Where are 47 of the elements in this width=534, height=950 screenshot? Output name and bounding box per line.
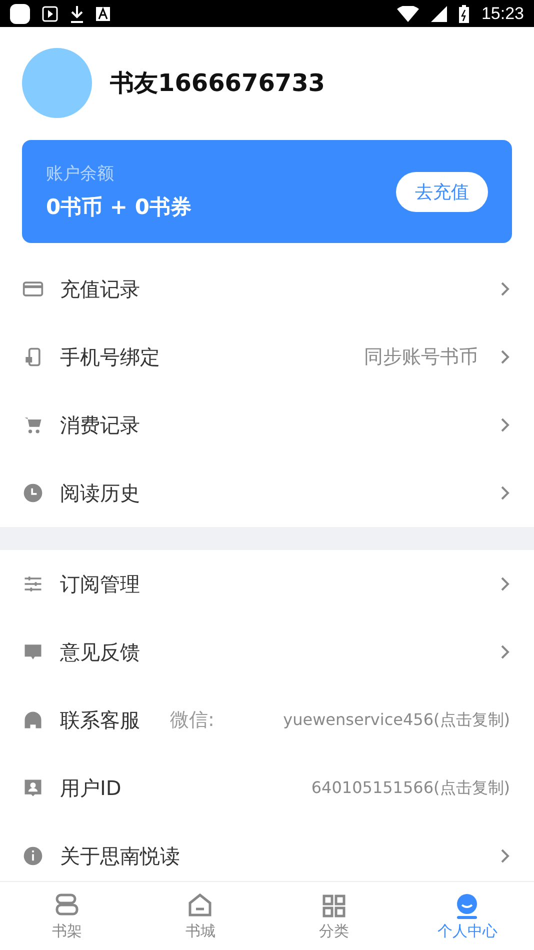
chevron-right-icon [500,417,510,433]
menu-value[interactable]: 640105151566(点击复制) [311,778,510,798]
app-icon [10,4,30,24]
menu-value[interactable]: yuewenservice456(点击复制) [283,710,510,730]
menu-label: 手机号绑定 [60,344,160,370]
menu-label: 阅读历史 [60,480,140,506]
menu-label: 用户ID [60,774,122,802]
menu-label: 意见反馈 [60,638,140,666]
menu-label: 联系客服 [60,706,140,734]
clock-icon [22,482,44,504]
nav-tab[interactable]: 书城 [134,882,267,950]
clock-time: 15:23 [481,4,524,24]
battery-icon [459,4,470,22]
user-name: 书友1666676733 [110,68,325,99]
nav-tab[interactable]: 书架 [0,882,134,950]
home-icon [186,892,214,920]
wifi-icon [397,6,420,22]
balance-label: 账户余额 [46,163,115,185]
chevron-right-icon [500,644,510,660]
menu-label: 关于思南悦读 [60,842,180,870]
menu-item[interactable]: 手机号绑定 同步账号书币 [0,323,534,391]
menu-item[interactable]: 阅读历史 [0,459,534,527]
menu-item[interactable]: 订阅管理 [0,550,534,618]
menu-item[interactable]: 联系客服 微信: yuewenservice456(点击复制) [0,686,534,754]
play-icon [42,6,58,22]
menu-label: 消费记录 [60,412,140,438]
font-icon [96,6,110,20]
menu-item[interactable]: 充值记录 [0,255,534,323]
menu-note: 微信: [170,708,214,733]
balance-amount: 0书币 + 0书券 [46,194,192,221]
chevron-right-icon [500,576,510,592]
contact-card-icon [22,777,44,799]
menu-item[interactable]: 消费记录 [0,391,534,459]
chevron-right-icon [500,349,510,365]
signal-icon [431,6,448,22]
menu-label: 订阅管理 [60,570,140,598]
menu-label: 充值记录 [60,276,140,302]
chevron-right-icon [500,485,510,501]
info-icon [22,845,44,867]
download-icon [70,4,84,22]
chevron-right-icon [500,848,510,864]
nav-tab[interactable]: 分类 [267,882,400,950]
menu-value: 同步账号书币 [364,345,478,370]
menu-item[interactable]: 用户ID 640105151566(点击复制) [0,754,534,822]
menu-item[interactable]: 关于思南悦读 [0,822,534,881]
chevron-right-icon [500,281,510,297]
menu-item[interactable]: 意见反馈 [0,618,534,686]
